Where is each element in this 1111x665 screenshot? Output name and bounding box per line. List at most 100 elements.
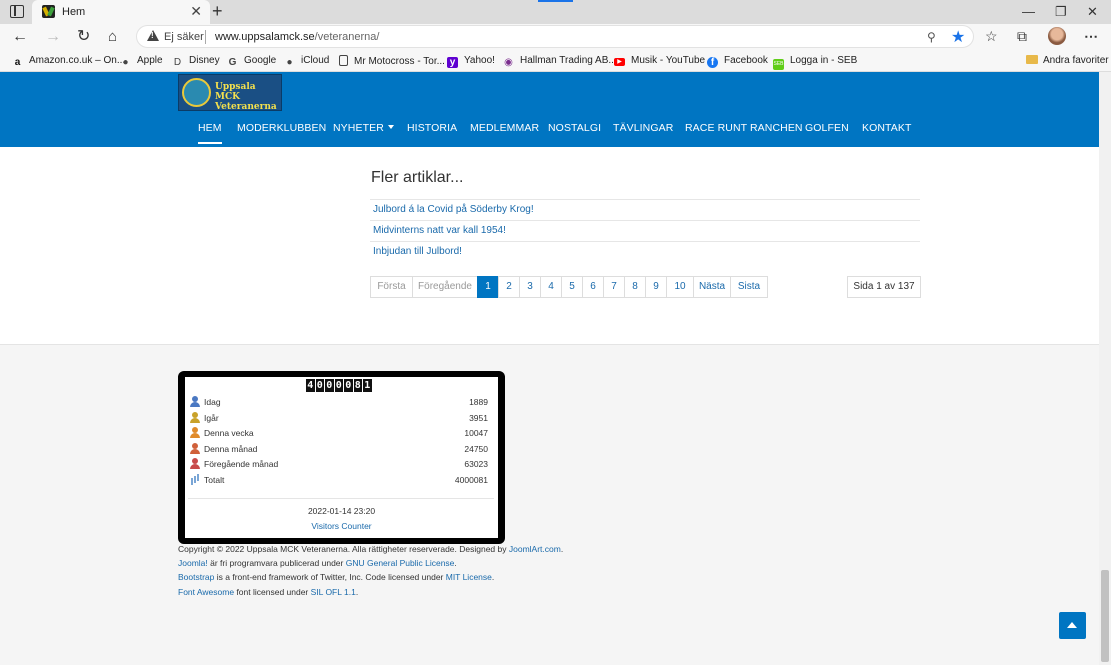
sil-license-link[interactable]: SIL OFL 1.1 xyxy=(311,587,356,597)
stat-row-last-month: Föregående månad 63023 xyxy=(188,457,494,471)
pagination-page-2[interactable]: 2 xyxy=(498,276,520,298)
url-text[interactable]: www.uppsalamck.se/veteranerna/ xyxy=(215,31,379,43)
forward-arrow-icon[interactable]: → xyxy=(45,28,61,46)
stat-row-today: Idag 1889 xyxy=(188,395,494,409)
person-orange-icon xyxy=(190,427,200,438)
nav-moderklubben[interactable]: MODERKLUBBEN xyxy=(237,122,326,134)
joomlart-link[interactable]: JoomlArt.com xyxy=(509,544,561,554)
profile-avatar[interactable] xyxy=(1048,27,1066,45)
pagination-page-8[interactable]: 8 xyxy=(624,276,646,298)
pagination-next[interactable]: Nästa xyxy=(693,276,731,298)
stat-row-this-week: Denna vecka 10047 xyxy=(188,426,494,440)
nav-race-runt-ranchen[interactable]: RACE RUNT RANCHEN xyxy=(685,122,803,134)
mit-end: . xyxy=(491,572,495,582)
gnu-license-link[interactable]: GNU General Public License xyxy=(346,558,455,568)
nav-nostalgi[interactable]: NOSTALGI xyxy=(548,122,601,134)
back-arrow-icon[interactable]: ← xyxy=(12,28,28,46)
favorite-star-icon[interactable]: ★ xyxy=(951,27,965,47)
stat-value: 4000081 xyxy=(454,474,488,485)
reload-icon[interactable]: ↻ xyxy=(77,28,90,46)
folder-icon[interactable] xyxy=(1026,55,1038,64)
pagination-last[interactable]: Sista xyxy=(730,276,768,298)
web-page: Uppsala MCK Veteranerna HEM MODERKLUBBEN… xyxy=(0,72,1099,665)
caret-down-icon xyxy=(387,125,394,129)
counter-divider xyxy=(188,498,494,499)
bar-chart-icon xyxy=(190,474,200,485)
nav-golfen[interactable]: GOLFEN xyxy=(805,122,849,134)
bookmark-google[interactable]: G Google xyxy=(227,55,277,68)
disney-icon: D xyxy=(173,57,182,68)
favorites-icon[interactable]: ☆ xyxy=(985,28,998,45)
collections-icon[interactable]: ⧉ xyxy=(1017,28,1027,45)
site-logo[interactable]: Uppsala MCK Veteranerna xyxy=(178,74,282,112)
joomla-link[interactable]: Joomla! xyxy=(178,558,208,568)
more-menu-icon[interactable]: ⋯ xyxy=(1084,28,1098,45)
nav-nyheter[interactable]: NYHETER xyxy=(333,122,394,134)
restore-icon[interactable]: ❐ xyxy=(1055,4,1067,20)
pagination-page-6[interactable]: 6 xyxy=(582,276,604,298)
home-icon[interactable]: ⌂ xyxy=(108,28,117,46)
nav-hem[interactable]: HEM xyxy=(198,122,222,144)
location-pin-icon: ◉ xyxy=(504,57,513,68)
pagination-page-1[interactable]: 1 xyxy=(477,276,499,298)
site-header: Uppsala MCK Veteranerna HEM MODERKLUBBEN… xyxy=(0,72,1099,147)
new-tab-icon[interactable]: + xyxy=(212,1,223,21)
page-scrollbar[interactable] xyxy=(1099,72,1111,665)
bookmark-facebook[interactable]: f Facebook xyxy=(707,55,768,68)
logo-text: Uppsala MCK Veteranerna xyxy=(215,82,281,112)
list-item: Inbjudan till Julbord! xyxy=(370,241,920,262)
tab-close-icon[interactable]: ✕ xyxy=(190,3,202,19)
tab-hem[interactable]: Hem ✕ xyxy=(32,0,210,24)
mit-license-link[interactable]: MIT License xyxy=(446,572,492,582)
bookmark-apple[interactable]: ● Apple xyxy=(120,55,162,68)
counter-link-wrap: Visitors Counter xyxy=(185,521,498,531)
bookmark-icloud[interactable]: ● iCloud xyxy=(284,55,329,68)
pagination-first[interactable]: Första xyxy=(370,276,413,298)
bookmark-seb[interactable]: SEB Logga in - SEB xyxy=(773,55,857,70)
facebook-icon: f xyxy=(707,57,718,68)
not-secure-label[interactable]: Ej säker xyxy=(164,31,204,43)
stat-label: Föregående månad xyxy=(204,459,279,469)
stat-label: Totalt xyxy=(204,474,225,485)
bootstrap-link[interactable]: Bootstrap xyxy=(178,572,214,582)
bookmark-youtube[interactable]: ▶ Musik - YouTube xyxy=(614,55,705,66)
minimize-icon[interactable]: — xyxy=(1022,4,1035,19)
youtube-icon: ▶ xyxy=(614,58,625,66)
bookmark-mr-motocross[interactable]: Mr Motocross - Tor... xyxy=(339,55,445,67)
font-awesome-link[interactable]: Font Awesome xyxy=(178,587,234,597)
nav-kontakt[interactable]: KONTAKT xyxy=(862,122,912,134)
pagination-page-10[interactable]: 10 xyxy=(666,276,694,298)
pagination-page-4[interactable]: 4 xyxy=(540,276,562,298)
bookmark-yahoo[interactable]: y Yahoo! xyxy=(447,55,495,68)
bookmark-label: iCloud xyxy=(301,55,330,66)
article-link[interactable]: Inbjudan till Julbord! xyxy=(373,246,462,257)
pagination-page-7[interactable]: 7 xyxy=(603,276,625,298)
logo-emblem-icon xyxy=(182,78,211,107)
pagination-page-3[interactable]: 3 xyxy=(519,276,541,298)
warning-icon[interactable] xyxy=(147,30,159,41)
pagination-page-9[interactable]: 9 xyxy=(645,276,667,298)
address-bar[interactable]: Ej säker www.uppsalamck.se/veteranerna/ … xyxy=(136,25,974,48)
bookmark-hallman[interactable]: ◉ Hallman Trading AB... xyxy=(503,55,617,68)
visitors-counter-link[interactable]: Visitors Counter xyxy=(311,521,371,531)
nav-tavlingar[interactable]: TÄVLINGAR xyxy=(613,122,673,134)
article-link[interactable]: Julbord á la Covid på Söderby Krog! xyxy=(373,204,534,215)
zoom-icon[interactable]: ⚲ xyxy=(927,30,936,44)
nav-medlemmar[interactable]: MEDLEMMAR xyxy=(470,122,539,134)
bookmark-amazon[interactable]: a Amazon.co.uk – On... xyxy=(12,55,125,68)
back-to-top-button[interactable] xyxy=(1059,612,1086,639)
bookmark-disney[interactable]: D Disney xyxy=(172,55,220,68)
window-close-icon[interactable]: ✕ xyxy=(1087,4,1098,20)
scrollbar-thumb[interactable] xyxy=(1101,570,1109,662)
tab-actions-icon[interactable] xyxy=(10,5,24,18)
pagination-page-5[interactable]: 5 xyxy=(561,276,583,298)
yahoo-icon: y xyxy=(447,57,458,68)
person-pink-icon xyxy=(190,458,200,469)
nav-historia[interactable]: HISTORIA xyxy=(407,122,457,134)
other-favorites[interactable]: Andra favoriter xyxy=(1043,55,1109,66)
bootstrap-text: is a front-end framework of Twitter, Inc… xyxy=(214,572,446,582)
article-link[interactable]: Midvinterns natt var kall 1954! xyxy=(373,225,506,236)
google-icon: G xyxy=(228,57,237,68)
bookmark-label: Facebook xyxy=(724,55,768,66)
pagination-prev[interactable]: Föregående xyxy=(412,276,478,298)
